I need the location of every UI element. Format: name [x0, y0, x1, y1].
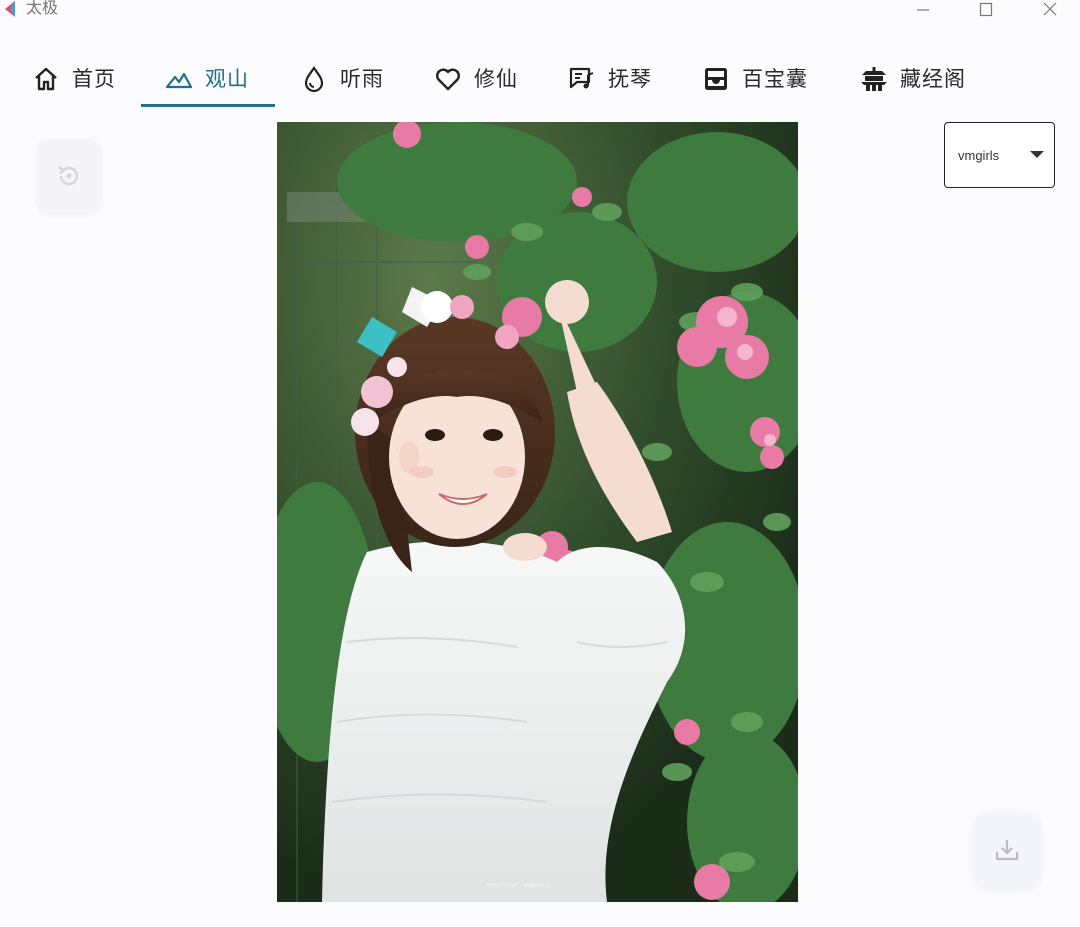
temple-icon	[860, 65, 888, 93]
tab-label: 听雨	[340, 67, 384, 91]
maximize-icon	[979, 2, 993, 17]
source-select-value: vmgirls	[958, 147, 1000, 163]
caret-down-icon	[1030, 151, 1044, 158]
tab-cangjingge[interactable]: 藏经阁	[860, 50, 966, 108]
tab-label: 观山	[205, 67, 249, 91]
history-reset-icon	[58, 166, 79, 186]
download-icon	[995, 840, 1019, 861]
tab-xiuxian[interactable]: 修仙	[434, 50, 518, 108]
tab-label: 藏经阁	[900, 67, 966, 91]
tab-home[interactable]: 首页	[32, 50, 116, 108]
photo: PHOTO BY · VMGIRLS	[277, 122, 798, 902]
tab-guanshan[interactable]: 观山	[165, 50, 249, 108]
close-icon	[1043, 2, 1057, 16]
tab-fuqin[interactable]: 抚琴	[568, 50, 652, 108]
download-button[interactable]	[973, 812, 1041, 888]
home-icon	[32, 65, 60, 93]
inbox-icon	[702, 65, 730, 93]
title-bar: 太极	[0, 0, 1080, 20]
photo-illustration: PHOTO BY · VMGIRLS	[277, 122, 798, 902]
main-nav: 首页 观山 听雨 修仙 抚琴 百宝囊 藏经阁	[0, 50, 1080, 108]
source-select[interactable]: vmgirls	[944, 122, 1055, 188]
minimize-icon	[917, 9, 929, 11]
app-title: 太极	[26, 0, 59, 17]
tab-label: 抚琴	[608, 67, 652, 91]
mountain-icon	[165, 65, 193, 93]
music-note-icon	[568, 65, 596, 93]
tab-label: 修仙	[474, 67, 518, 91]
app-logo	[5, 1, 15, 17]
reset-button[interactable]	[36, 138, 102, 214]
tab-label: 首页	[72, 67, 116, 91]
minimize-button[interactable]	[903, 0, 943, 20]
heart-icon	[434, 65, 462, 93]
tab-label: 百宝囊	[742, 67, 808, 91]
active-tab-indicator	[141, 104, 275, 107]
tab-tingyu[interactable]: 听雨	[300, 50, 384, 108]
maximize-button[interactable]	[966, 0, 1006, 20]
tab-baibaonang[interactable]: 百宝囊	[702, 50, 808, 108]
close-button[interactable]	[1030, 0, 1070, 20]
water-drop-icon	[300, 65, 328, 93]
svg-text:PHOTO BY · VMGIRLS: PHOTO BY · VMGIRLS	[487, 883, 550, 889]
